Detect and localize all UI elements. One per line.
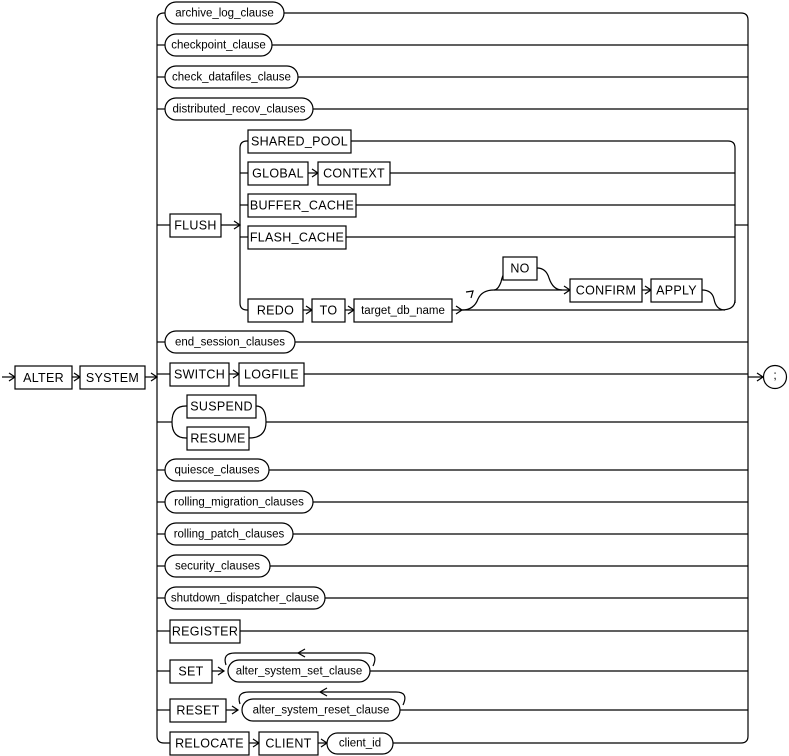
global-label: GLOBAL — [252, 166, 304, 180]
shared-pool-label: SHARED_POOL — [251, 134, 348, 148]
to-label: TO — [320, 303, 338, 317]
redo-no-option[interactable]: NO — [493, 256, 563, 291]
flush-option-redo[interactable]: REDO TO target_db_name — [239, 298, 464, 323]
reset-label: RESET — [176, 703, 219, 717]
logfile-label: LOGFILE — [244, 367, 299, 381]
client-label: CLIENT — [265, 736, 311, 750]
target-db-name-label: target_db_name — [361, 305, 445, 317]
branch-end-session-clauses[interactable]: end_session_clauses — [157, 330, 748, 354]
alter-system-set-clause-label: alter_system_set_clause — [236, 666, 363, 678]
confirm-label: CONFIRM — [576, 283, 636, 297]
branch-register[interactable]: REGISTER — [157, 619, 748, 644]
branch-rolling-patch-clauses[interactable]: rolling_patch_clauses — [157, 522, 748, 546]
alter-label: ALTER — [23, 371, 64, 385]
client-id-label: client_id — [339, 738, 381, 750]
branch-relocate-client[interactable]: RELOCATE CLIENT client_id — [156, 731, 749, 756]
redo-confirm-apply[interactable]: CONFIRM APPLY — [498, 278, 726, 311]
branch-distributed-recov-clauses[interactable]: distributed_recov_clauses — [157, 97, 748, 121]
check-datafiles-clause-label: check_datafiles_clause — [172, 72, 291, 84]
archive-log-clause-label: archive_log_clause — [175, 8, 273, 20]
system-to-branch-connector — [145, 372, 159, 382]
branch-check-datafiles-clause[interactable]: check_datafiles_clause — [157, 65, 748, 89]
rolling-migration-clauses-label: rolling_migration_clauses — [174, 497, 304, 509]
branch-switch-logfile[interactable]: SWITCH LOGFILE — [157, 362, 748, 387]
checkpoint-clause-label: checkpoint_clause — [171, 40, 266, 52]
register-label: REGISTER — [172, 624, 238, 638]
entry-path — [2, 372, 17, 382]
quiesce-clauses-label: quiesce_clauses — [174, 465, 259, 477]
buffer-cache-label: BUFFER_CACHE — [250, 198, 354, 212]
flush-option-global-context[interactable]: GLOBAL CONTEXT — [240, 161, 735, 186]
suspend-label: SUSPEND — [190, 399, 253, 413]
branch-rolling-migration-clauses[interactable]: rolling_migration_clauses — [157, 490, 748, 514]
branch-quiesce-clauses[interactable]: quiesce_clauses — [157, 458, 748, 482]
system-label: SYSTEM — [86, 371, 139, 385]
flush-option-buffer-cache[interactable]: BUFFER_CACHE — [240, 193, 735, 218]
alter-keyword-box: ALTER — [14, 365, 73, 390]
branch-reset[interactable]: RESET alter_system_reset_clause — [157, 687, 748, 723]
branch-archive-log-clause[interactable]: archive_log_clause — [156, 1, 749, 25]
branch-checkpoint-clause[interactable]: checkpoint_clause — [157, 33, 748, 57]
alter-system-reset-clause-label: alter_system_reset_clause — [253, 705, 390, 717]
branch-security-clauses[interactable]: security_clauses — [157, 554, 748, 578]
alter-system-railroad-diagram: ALTER SYSTEM archive_log_clause checkpoi… — [0, 0, 789, 756]
apply-label: APPLY — [656, 283, 697, 297]
relocate-label: RELOCATE — [175, 736, 244, 750]
branch-suspend-resume[interactable]: SUSPEND RESUME — [157, 394, 748, 451]
distributed-recov-clauses-label: distributed_recov_clauses — [173, 104, 306, 116]
no-label: NO — [510, 261, 529, 275]
statement-terminator: ; — [748, 364, 788, 390]
switch-label: SWITCH — [174, 367, 225, 381]
resume-label: RESUME — [190, 431, 245, 445]
set-label: SET — [178, 664, 203, 678]
security-clauses-label: security_clauses — [175, 561, 260, 573]
flash-cache-label: FLASH_CACHE — [250, 230, 344, 244]
redo-label: REDO — [257, 303, 294, 317]
context-label: CONTEXT — [323, 166, 385, 180]
branch-set[interactable]: SET alter_system_set_clause — [157, 648, 748, 684]
redo-confirm-branch — [461, 289, 498, 311]
end-session-clauses-label: end_session_clauses — [175, 337, 285, 349]
flush-option-shared-pool[interactable]: SHARED_POOL — [239, 129, 736, 154]
shutdown-dispatcher-clause-label: shutdown_dispatcher_clause — [171, 593, 319, 605]
alter-to-system-connector — [72, 372, 82, 382]
branch-flush[interactable]: FLUSH — [157, 213, 242, 238]
flush-option-flash-cache[interactable]: FLASH_CACHE — [240, 225, 735, 250]
branch-shutdown-dispatcher-clause[interactable]: shutdown_dispatcher_clause — [157, 586, 748, 610]
semicolon-label: ; — [773, 368, 776, 382]
flush-label: FLUSH — [174, 218, 216, 232]
system-keyword-box: SYSTEM — [79, 365, 146, 390]
rolling-patch-clauses-label: rolling_patch_clauses — [174, 529, 285, 541]
